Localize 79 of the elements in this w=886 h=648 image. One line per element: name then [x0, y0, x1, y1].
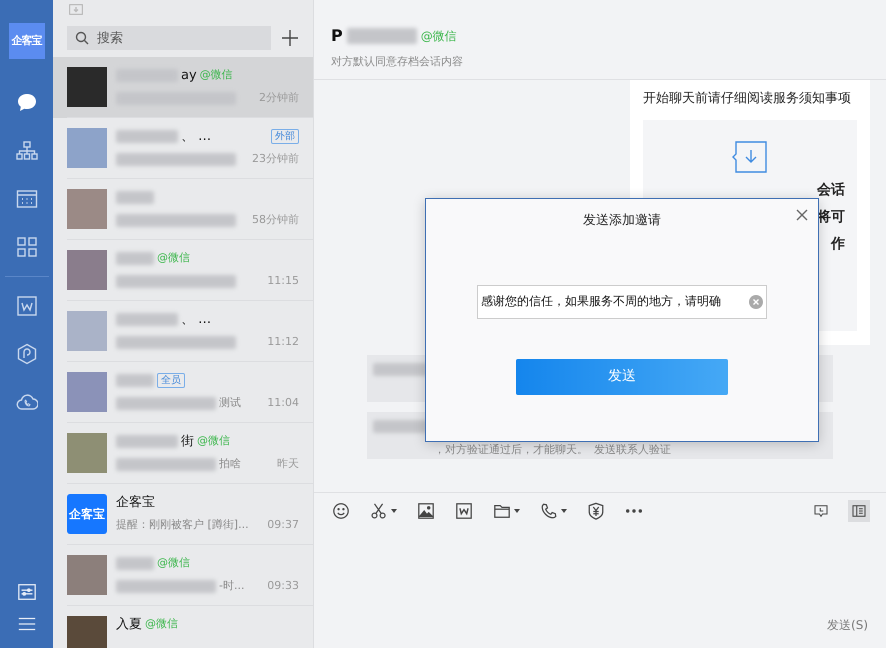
contact-name: 、 … — [181, 128, 212, 146]
message-time: 昨天 — [277, 456, 299, 472]
conversation-item[interactable]: 全员 测试 11:04 — [53, 362, 313, 423]
wechat-tag: @微信 — [420, 27, 457, 45]
tag-badge: 外部 — [271, 129, 299, 144]
contact-name: 、 … — [181, 310, 212, 329]
message-preview: 提醒：刚刚被客户 [蹲街]... — [116, 517, 249, 534]
scissors-icon[interactable] — [370, 502, 388, 520]
send-button[interactable]: 发送(S) — [827, 616, 868, 634]
logo-avatar: 企客宝 — [67, 494, 107, 534]
message-time: 09:33 — [267, 578, 299, 594]
photo-placeholder — [67, 67, 107, 107]
notice-title: 开始聊天前请仔细阅读服务须知事项 — [643, 90, 852, 108]
conversation-item[interactable]: 入夏 @微信 — [53, 606, 313, 648]
message-time: 11:12 — [267, 334, 299, 350]
caret-icon[interactable] — [391, 508, 397, 512]
side-panel-icon[interactable] — [848, 500, 870, 522]
conversation-item[interactable]: 街 @微信 拍啥 昨天 — [53, 423, 313, 484]
contact-name: 街 — [181, 432, 194, 451]
close-icon[interactable] — [796, 208, 808, 221]
conversation-item[interactable]: ay @微信 2分钟前 — [53, 57, 313, 118]
phone-icon[interactable] — [540, 502, 558, 520]
send-button[interactable]: 发送 — [516, 358, 728, 394]
calendar-icon[interactable] — [16, 188, 38, 210]
document-w-icon[interactable] — [455, 502, 473, 520]
message-preview: 拍啥 — [219, 456, 241, 472]
sliders-icon[interactable] — [16, 582, 36, 602]
wechat-tag: @微信 — [200, 67, 233, 84]
plus-icon[interactable] — [281, 29, 299, 47]
wechat-tag: @微信 — [157, 555, 190, 572]
photo-placeholder — [67, 616, 107, 648]
emoji-icon[interactable] — [332, 502, 350, 520]
chat-subtitle: 对方默认同意存档会话内容 — [331, 54, 464, 70]
contact-name: 企客宝 — [116, 494, 155, 512]
image-icon[interactable] — [417, 502, 435, 520]
message-time: 11:15 — [267, 273, 299, 290]
message-field[interactable]: 感谢您的信任，如果服务不周的地方，请明确 — [477, 284, 767, 318]
conversation-item[interactable]: 企客宝 企客宝 提醒：刚刚被客户 [蹲街]... 09:37 — [53, 484, 313, 545]
contact-name: P — [331, 25, 343, 47]
search-field[interactable]: 搜索 — [67, 26, 271, 50]
photo-placeholder — [67, 555, 107, 595]
conversation-item[interactable]: 58分钟前 — [53, 179, 313, 240]
photo-placeholder — [67, 372, 107, 412]
message-preview: -时... — [219, 578, 244, 594]
photo-placeholder — [67, 433, 107, 473]
photo-placeholder — [67, 311, 107, 351]
wechat-tag: @微信 — [145, 616, 178, 633]
message-time: 11:04 — [267, 395, 299, 412]
photo-placeholder — [67, 250, 107, 290]
conversation-item[interactable]: 、 … 11:12 — [53, 301, 313, 362]
chat-bubble-icon[interactable] — [16, 92, 38, 114]
search-icon — [75, 31, 89, 45]
apps-grid-icon[interactable] — [16, 236, 38, 258]
shield-yen-icon[interactable] — [587, 502, 605, 520]
caret-icon[interactable] — [514, 508, 520, 512]
message-time: 09:37 — [267, 517, 299, 534]
contact-name: 入夏 — [116, 616, 142, 634]
photo-placeholder — [67, 128, 107, 168]
notice-text: 会话 — [817, 181, 845, 200]
dialog-title: 发送添加邀请 — [583, 212, 661, 230]
hexagon-icon[interactable] — [16, 343, 38, 365]
conversation-item[interactable]: 、 … 外部 23分钟前 — [53, 118, 313, 179]
conversation-item[interactable]: @微信 -时... 09:33 — [53, 545, 313, 606]
notice-text: 作 — [831, 235, 845, 254]
wechat-tag: @微信 — [157, 250, 190, 267]
message-time: 58分钟前 — [252, 212, 299, 228]
conversation-item[interactable]: @微信 11:15 — [53, 240, 313, 301]
caret-icon[interactable] — [561, 508, 567, 512]
wechat-tag: @微信 — [197, 433, 230, 450]
contact-name: ay — [181, 66, 197, 85]
photo-placeholder — [67, 189, 107, 229]
message-time: 2分钟前 — [259, 90, 299, 106]
tag-badge: 全员 — [157, 373, 185, 388]
message-preview: 测试 — [219, 395, 241, 412]
verify-link[interactable]: 发送联系人验证 — [594, 442, 671, 458]
system-text: ，对方验证通过后，才能聊天。 — [434, 442, 588, 458]
message-time: 23分钟前 — [252, 151, 299, 168]
org-chart-icon[interactable] — [16, 140, 38, 162]
app-logo[interactable]: 企客宝 — [8, 23, 44, 59]
